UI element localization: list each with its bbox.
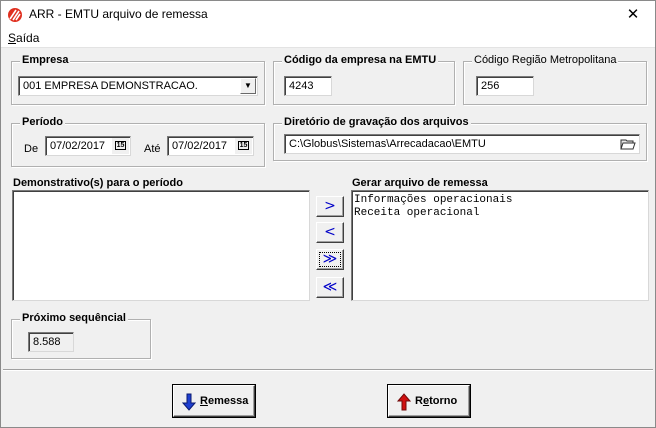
- periodo-ate-value: 07/02/2017: [172, 140, 228, 152]
- codigo-empresa-input[interactable]: 4243: [284, 76, 332, 96]
- codigo-regiao-legend: Código Região Metropolitana: [472, 54, 619, 66]
- arrow-up-icon: [397, 393, 411, 411]
- retorno-button[interactable]: Retorno: [388, 385, 470, 417]
- title-bar: ARR - EMTU arquivo de remessa ✕: [1, 1, 655, 29]
- folder-open-icon[interactable]: [620, 137, 636, 151]
- remessa-button-label: Remessa: [200, 395, 249, 407]
- double-chevron-left-icon: ≪: [322, 279, 338, 295]
- gerar-label: Gerar arquivo de remessa: [352, 177, 488, 189]
- periodo-group: Período De 07/02/2017 15 Até 07/02/2017 …: [11, 116, 265, 167]
- proximo-sequencial-group: Próximo sequêncial 8.588: [11, 312, 151, 359]
- main-window: ARR - EMTU arquivo de remessa ✕ Saída Em…: [0, 0, 656, 428]
- periodo-de-value: 07/02/2017: [50, 140, 106, 152]
- diretorio-legend: Diretório de gravação dos arquivos: [282, 116, 471, 128]
- menu-item-saida-label: aída: [16, 31, 40, 45]
- empresa-select-value: 001 EMPRESA DEMONSTRACAO.: [23, 80, 198, 92]
- periodo-de-label: De: [24, 143, 39, 155]
- periodo-de-calendar-button[interactable]: 15: [112, 138, 129, 154]
- footer-divider: [3, 369, 653, 371]
- proximo-sequencial-value: 8.588: [28, 332, 74, 352]
- codigo-regiao-group: Código Região Metropolitana 256: [463, 54, 647, 105]
- double-chevron-right-icon: ≫: [322, 251, 338, 267]
- empresa-select[interactable]: 001 EMPRESA DEMONSTRACAO. ▼: [18, 76, 258, 96]
- move-all-right-button[interactable]: ≫: [316, 249, 344, 270]
- window-title: ARR - EMTU arquivo de remessa: [29, 7, 208, 21]
- demonstrativos-label: Demonstrativo(s) para o período: [13, 177, 183, 189]
- chevron-left-icon: <: [324, 224, 336, 240]
- periodo-de-input[interactable]: 07/02/2017 15: [45, 136, 131, 156]
- chevron-right-icon: >: [324, 198, 336, 214]
- codigo-empresa-group: Código da empresa na EMTU 4243: [273, 54, 455, 105]
- proximo-sequencial-legend: Próximo sequêncial: [20, 312, 128, 324]
- move-left-button[interactable]: <: [316, 222, 344, 243]
- periodo-ate-input[interactable]: 07/02/2017 15: [167, 136, 254, 156]
- remessa-button[interactable]: Remessa: [173, 385, 255, 417]
- menu-bar: Saída: [1, 29, 655, 48]
- calendar-icon: 15: [237, 141, 250, 150]
- retorno-button-label: Retorno: [415, 395, 458, 407]
- periodo-ate-calendar-button[interactable]: 15: [235, 138, 252, 154]
- diretorio-value: C:\Globus\Sistemas\Arrecadacao\EMTU: [289, 138, 486, 150]
- codigo-empresa-legend: Código da empresa na EMTU: [282, 54, 439, 66]
- codigo-regiao-input[interactable]: 256: [476, 76, 534, 96]
- list-item[interactable]: Informações operacionais: [354, 194, 646, 207]
- periodo-legend: Período: [20, 116, 65, 128]
- gerar-list[interactable]: Informações operacionais Receita operaci…: [351, 190, 649, 301]
- move-all-left-button[interactable]: ≪: [316, 277, 344, 298]
- move-right-button[interactable]: >: [316, 196, 344, 217]
- menu-item-saida-accel: S: [8, 31, 17, 45]
- list-item[interactable]: Receita operacional: [354, 207, 646, 220]
- close-button[interactable]: ✕: [611, 1, 655, 29]
- demonstrativos-list[interactable]: [12, 190, 310, 301]
- menu-item-saida[interactable]: Saída: [8, 31, 39, 45]
- diretorio-input[interactable]: C:\Globus\Sistemas\Arrecadacao\EMTU: [284, 134, 640, 154]
- close-icon: ✕: [626, 6, 640, 23]
- empresa-group: Empresa 001 EMPRESA DEMONSTRACAO. ▼: [11, 54, 265, 105]
- arrow-down-icon: [182, 393, 196, 411]
- diretorio-group: Diretório de gravação dos arquivos C:\Gl…: [273, 116, 647, 161]
- calendar-icon: 15: [114, 141, 127, 150]
- chevron-down-icon: ▼: [244, 81, 252, 90]
- empresa-dropdown-button[interactable]: ▼: [240, 78, 256, 94]
- empresa-legend: Empresa: [20, 54, 71, 66]
- periodo-ate-label: Até: [144, 143, 161, 155]
- arr-logo-icon: [8, 8, 22, 22]
